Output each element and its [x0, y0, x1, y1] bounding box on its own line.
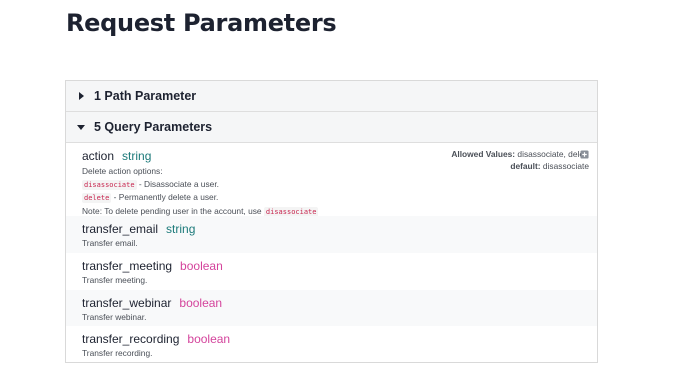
option-line: delete - Permanently delete a user. [82, 191, 589, 205]
param-name: transfer_webinar [82, 296, 172, 310]
page-title: Request Parameters [66, 9, 337, 37]
param-name: transfer_recording [82, 332, 180, 346]
option-text: - Permanently delete a user. [111, 192, 219, 202]
note-text: Note: To delete pending user in the acco… [82, 205, 264, 216]
inline-code: delete [82, 193, 112, 203]
param-type: string [122, 149, 152, 163]
allowed-values-label: Allowed Values: [451, 149, 516, 159]
param-name: action [82, 149, 115, 163]
param-transfer-recording: transfer_recording boolean Transfer reco… [66, 326, 597, 362]
param-description: Transfer webinar. [82, 312, 147, 322]
param-type: boolean [187, 332, 231, 346]
param-action: action string Delete action options: dis… [66, 143, 597, 217]
expand-icon[interactable] [580, 150, 589, 159]
param-name: transfer_meeting [82, 259, 173, 273]
param-description: Transfer meeting. [82, 275, 148, 285]
query-parameters-toggle[interactable]: 5 Query Parameters [66, 112, 597, 143]
param-type: string [166, 222, 196, 236]
caret-down-icon [75, 124, 87, 130]
inline-code: disassociate [82, 179, 137, 190]
option-text: - Disassociate a user. [136, 178, 219, 189]
param-transfer-meeting: transfer_meeting boolean Transfer meetin… [66, 253, 597, 290]
path-parameters-toggle[interactable]: 1 Path Parameter [66, 81, 597, 112]
default-label: default: [510, 161, 541, 171]
query-parameters-label: 5 Query Parameters [94, 120, 213, 134]
allowed-values-list: disassociate, dele [515, 149, 584, 159]
default-value: disassociate [540, 161, 589, 171]
allowed-values: Allowed Values: disassociate, dele defau… [451, 148, 589, 172]
param-description: Transfer recording. [82, 348, 153, 358]
path-parameters-label: 1 Path Parameter [94, 89, 197, 103]
param-transfer-webinar: transfer_webinar boolean Transfer webina… [66, 290, 597, 326]
param-transfer-email: transfer_email string Transfer email. [66, 216, 597, 253]
option-line: disassociate - Disassociate a user. [82, 178, 589, 192]
inline-code: disassociate [263, 206, 319, 217]
param-description: Transfer email. [82, 238, 138, 248]
caret-right-icon [75, 92, 87, 100]
param-name: transfer_email [82, 222, 159, 236]
param-type: boolean [179, 296, 223, 310]
param-type: boolean [180, 259, 223, 273]
parameters-panel: 1 Path Parameter 5 Query Parameters acti… [65, 80, 598, 363]
